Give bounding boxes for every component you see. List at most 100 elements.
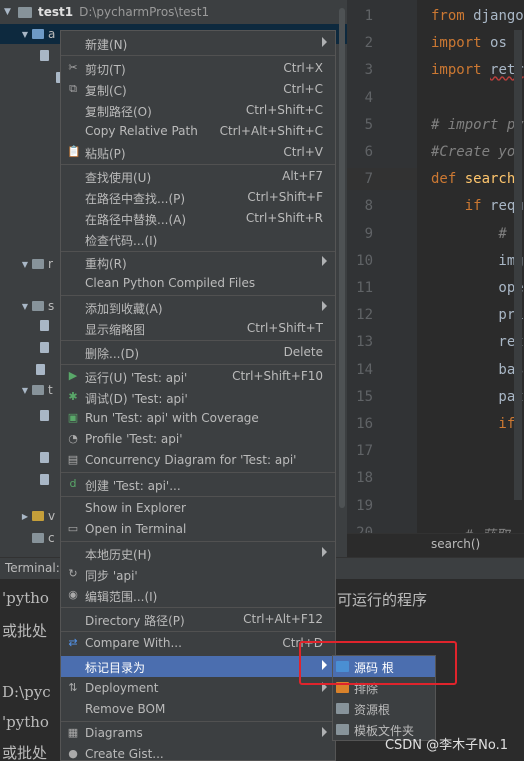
file-icon xyxy=(40,452,49,463)
code-token: ope xyxy=(431,280,524,296)
expand-arrow-icon[interactable]: ▼ xyxy=(18,260,32,269)
menu-item-25[interactable]: ◉ 编辑范围...(I) xyxy=(61,585,335,606)
menu-item-19[interactable]: ▤ Concurrency Diagram for 'Test: api' xyxy=(61,450,335,471)
menu-item-11[interactable]: Clean Python Compiled Files xyxy=(61,273,335,294)
terminal-title[interactable]: Terminal: xyxy=(5,561,60,575)
menu-item-31[interactable]: ▦ Diagrams xyxy=(61,723,335,744)
python-test-icon: d xyxy=(69,477,77,490)
concurrency-icon: ▤ xyxy=(67,453,79,466)
menu-item-label: 同步 'api' xyxy=(85,569,138,583)
menu-item-5[interactable]: 📋 粘贴(P) Ctrl+V xyxy=(61,142,335,163)
tree-label: t xyxy=(48,383,53,397)
menu-item-22[interactable]: ▭ Open in Terminal xyxy=(61,519,335,540)
menu-item-17[interactable]: ▣ Run 'Test: api' with Coverage xyxy=(61,408,335,429)
code-line: pri xyxy=(431,307,523,323)
collapse-arrow-icon[interactable]: ▶ xyxy=(18,512,32,521)
code-line: def search xyxy=(431,171,515,187)
menu-item-label: 重构(R) xyxy=(85,257,127,271)
menu-item-shortcut: Delete xyxy=(283,345,323,359)
terminal-line-tail: 可运行的程序 xyxy=(337,591,428,609)
menu-separator xyxy=(61,295,335,296)
folder-icon xyxy=(32,259,44,269)
menu-item-32[interactable]: ● Create Gist... xyxy=(61,744,335,760)
menu-item-9[interactable]: 检查代码...(I) xyxy=(61,229,335,250)
submenu-item-label: 资源根 xyxy=(354,703,391,717)
code-token: ret xyxy=(431,334,524,351)
menu-item-24[interactable]: ↻ 同步 'api' xyxy=(61,564,335,585)
tree-label: c xyxy=(48,531,55,545)
menu-item-27[interactable]: ⇄ Compare With... Ctrl+D xyxy=(61,633,335,654)
menu-item-21[interactable]: Show in Explorer xyxy=(61,498,335,519)
file-icon xyxy=(40,342,49,353)
menu-item-14[interactable]: 删除...(D) Delete xyxy=(61,342,335,363)
code-token: #Create yo xyxy=(431,144,516,160)
run-icon: ▶ xyxy=(68,369,78,382)
menu-item-26[interactable]: Directory 路径(P) Ctrl+Alt+F12 xyxy=(61,609,335,630)
deployment-icon: ⇅ xyxy=(68,681,78,694)
editor-scrollbar[interactable] xyxy=(514,30,522,500)
menu-item-6[interactable]: 查找使用(U) Alt+F7 xyxy=(61,166,335,187)
tree-label: s xyxy=(48,299,55,313)
menu-item-label: Open in Terminal xyxy=(85,522,187,536)
submenu-arrow-icon xyxy=(322,547,327,557)
menu-item-label: 删除...(D) xyxy=(85,347,140,361)
code-line: from django xyxy=(431,8,524,24)
menu-item-28[interactable]: 标记目录为 xyxy=(61,656,335,677)
line-number: 5 xyxy=(364,116,373,133)
code-line: bas xyxy=(431,362,523,378)
menu-item-16[interactable]: ✱ 调试(D) 'Test: api' xyxy=(61,387,335,408)
menu-item-1[interactable]: ✂ 剪切(T) Ctrl+X xyxy=(61,58,335,79)
code-editor[interactable]: from django import os import retr # import … xyxy=(417,0,524,535)
terminal-line: 或批处 xyxy=(2,622,48,640)
menu-item-label: 复制(C) xyxy=(85,84,127,98)
watermark: CSDN @李木子No.1 xyxy=(384,738,508,753)
menu-separator xyxy=(61,721,335,722)
submenu-arrow-icon xyxy=(322,256,327,266)
code-token: if xyxy=(431,416,516,432)
menu-separator xyxy=(61,607,335,608)
menu-item-29[interactable]: ⇅ Deployment xyxy=(61,678,335,699)
menu-separator xyxy=(61,164,335,165)
code-token: if xyxy=(431,198,491,215)
expand-arrow-icon[interactable]: ▼ xyxy=(18,302,32,311)
menu-item-30[interactable]: Remove BOM xyxy=(61,699,335,720)
terminal-line: 或批处 xyxy=(2,744,48,761)
editor-breadcrumb[interactable]: search() xyxy=(431,537,480,551)
menu-item-18[interactable]: ◔ Profile 'Test: api' xyxy=(61,429,335,450)
menu-item-2[interactable]: ⧉ 复制(C) Ctrl+C xyxy=(61,79,335,100)
copy-icon: ⧉ xyxy=(69,82,77,95)
menu-item-20[interactable]: d 创建 'Test: api'... xyxy=(61,474,335,495)
code-line: img xyxy=(431,253,523,269)
tree-label: r xyxy=(48,257,53,271)
expand-arrow-icon[interactable]: ▼ xyxy=(18,30,32,39)
menu-item-15[interactable]: ▶ 运行(U) 'Test: api' Ctrl+Shift+F10 xyxy=(61,366,335,387)
menu-item-23[interactable]: 本地历史(H) xyxy=(61,543,335,564)
menu-item-label: 标记目录为 xyxy=(85,661,146,675)
expand-arrow-icon[interactable]: ▼ xyxy=(4,7,18,17)
expand-arrow-icon[interactable]: ▼ xyxy=(18,386,32,395)
line-number: 10 xyxy=(356,252,373,269)
code-token: django xyxy=(473,8,524,24)
menu-item-8[interactable]: 在路径中替换...(A) Ctrl+Shift+R xyxy=(61,208,335,229)
menu-item-10[interactable]: 重构(R) xyxy=(61,252,335,273)
menu-item-13[interactable]: 显示缩略图 Ctrl+Shift+T xyxy=(61,318,335,339)
submenu-item-2[interactable]: 资源根 xyxy=(333,698,435,719)
line-number: 16 xyxy=(356,416,373,432)
menu-item-12[interactable]: 添加到收藏(A) xyxy=(61,297,335,318)
code-line: import retr xyxy=(431,62,524,78)
menu-item-0[interactable]: 新建(N) xyxy=(61,33,335,54)
menu-item-label: Show in Explorer xyxy=(85,501,186,515)
menu-item-7[interactable]: 在路径中查找...(P) Ctrl+Shift+F xyxy=(61,187,335,208)
code-line: ret xyxy=(431,334,524,351)
terminal-line: 'pytho xyxy=(2,589,49,607)
project-root-row[interactable]: ▼ test1 D:\pycharmPros\test1 xyxy=(0,0,347,24)
menu-item-3[interactable]: 复制路径(O) Ctrl+Shift+C xyxy=(61,100,335,121)
folder-icon xyxy=(32,301,44,311)
menu-item-label: 本地历史(H) xyxy=(85,548,152,562)
file-icon xyxy=(36,364,45,375)
file-icon xyxy=(32,533,44,543)
menu-item-4[interactable]: Copy Relative Path Ctrl+Alt+Shift+C xyxy=(61,121,335,142)
cut-icon: ✂ xyxy=(68,61,78,74)
project-scrollbar[interactable] xyxy=(339,8,345,508)
compare-icon: ⇄ xyxy=(68,636,78,649)
